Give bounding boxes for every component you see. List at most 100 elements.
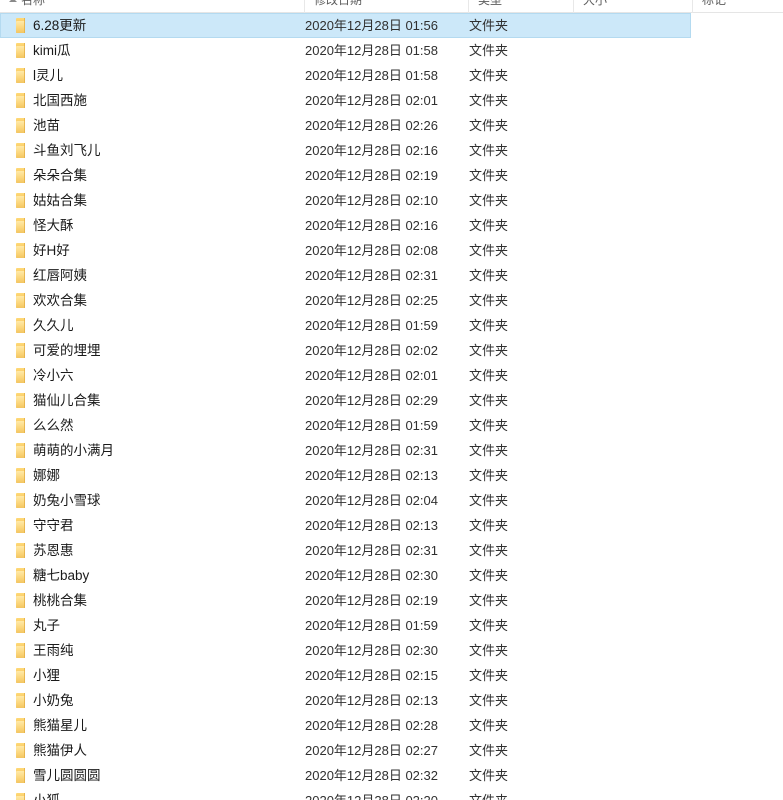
table-row[interactable]: 好H好 2020年12月28日 02:08 文件夹 — [0, 238, 783, 263]
file-type-cell: 文件夹 — [469, 718, 509, 733]
table-row[interactable]: kimi瓜 2020年12月28日 01:58 文件夹 — [0, 38, 783, 63]
table-row[interactable]: 猫仙儿合集 2020年12月28日 02:29 文件夹 — [0, 388, 783, 413]
file-type-cell: 文件夹 — [469, 143, 509, 158]
date-modified-cell: 2020年12月28日 01:58 — [305, 68, 438, 83]
table-row[interactable]: 丸子 2020年12月28日 01:59 文件夹 — [0, 613, 783, 638]
file-name-label: kimi瓜 — [33, 43, 71, 58]
table-row[interactable]: 6.28更新 2020年12月28日 01:56 文件夹 — [0, 13, 783, 38]
file-name-cell[interactable]: 可爱的埋埋 — [0, 338, 305, 363]
file-name-cell[interactable]: 萌萌的小满月 — [0, 438, 305, 463]
column-header-date-label: 修改日期 — [314, 0, 363, 7]
table-row[interactable]: 池苗 2020年12月28日 02:26 文件夹 — [0, 113, 783, 138]
file-type-cell: 文件夹 — [469, 493, 509, 508]
file-name-cell[interactable]: 雪儿圆圆圆 — [0, 763, 305, 788]
file-name-cell[interactable]: 朵朵合集 — [0, 163, 305, 188]
table-row[interactable]: 桃桃合集 2020年12月28日 02:19 文件夹 — [0, 588, 783, 613]
file-name-cell[interactable]: 糖七baby — [0, 563, 305, 588]
date-modified-cell: 2020年12月28日 02:13 — [305, 468, 438, 483]
file-name-cell[interactable]: 么么然 — [0, 413, 305, 438]
folder-icon — [16, 643, 25, 658]
file-name-label: 6.28更新 — [33, 18, 87, 33]
table-row[interactable]: 红唇阿姨 2020年12月28日 02:31 文件夹 — [0, 263, 783, 288]
column-header-extra-label: 标记 — [702, 0, 727, 7]
file-name-cell[interactable]: 苏恩惠 — [0, 538, 305, 563]
file-name-cell[interactable]: 好H好 — [0, 238, 305, 263]
folder-icon — [16, 243, 25, 258]
file-name-cell[interactable]: 桃桃合集 — [0, 588, 305, 613]
table-row[interactable]: 熊猫伊人 2020年12月28日 02:27 文件夹 — [0, 738, 783, 763]
column-header-extra[interactable]: 标记 — [693, 0, 783, 13]
file-name-cell[interactable]: 王雨纯 — [0, 638, 305, 663]
file-name-label: 斗鱼刘飞儿 — [33, 143, 101, 158]
file-name-cell[interactable]: 守守君 — [0, 513, 305, 538]
file-name-cell[interactable]: 小狐 — [0, 788, 305, 800]
file-name-cell[interactable]: 娜娜 — [0, 463, 305, 488]
table-row[interactable]: 朵朵合集 2020年12月28日 02:19 文件夹 — [0, 163, 783, 188]
file-name-cell[interactable]: 猫仙儿合集 — [0, 388, 305, 413]
table-row[interactable]: 久久儿 2020年12月28日 01:59 文件夹 — [0, 313, 783, 338]
table-row[interactable]: 小狐 2020年12月28日 02:20文件夹 — [0, 788, 783, 800]
file-name-cell[interactable]: l灵儿 — [0, 63, 305, 88]
table-row[interactable]: 小奶兔 2020年12月28日 02:13 文件夹 — [0, 688, 783, 713]
file-name-cell[interactable]: 小狸 — [0, 663, 305, 688]
table-row[interactable]: 王雨纯 2020年12月28日 02:30 文件夹 — [0, 638, 783, 663]
column-header-size[interactable]: 大小 — [574, 0, 693, 13]
table-row[interactable]: l灵儿 2020年12月28日 01:58 文件夹 — [0, 63, 783, 88]
file-size-cell — [574, 138, 693, 163]
date-modified-cell: 2020年12月28日 02:01 — [305, 93, 438, 108]
file-name-cell[interactable]: 小奶兔 — [0, 688, 305, 713]
file-type-cell: 文件夹 — [469, 343, 509, 358]
file-name-label: l灵儿 — [33, 68, 63, 83]
table-row[interactable]: 可爱的埋埋 2020年12月28日 02:02 文件夹 — [0, 338, 783, 363]
table-row[interactable]: 糖七baby 2020年12月28日 02:30 文件夹 — [0, 563, 783, 588]
file-name-cell[interactable]: 奶兔小雪球 — [0, 488, 305, 513]
table-row[interactable]: 守守君 2020年12月28日 02:13 文件夹 — [0, 513, 783, 538]
file-name-label: 池苗 — [33, 118, 60, 133]
table-row[interactable]: 雪儿圆圆圆 2020年12月28日 02:32 文件夹 — [0, 763, 783, 788]
file-name-cell[interactable]: 姑姑合集 — [0, 188, 305, 213]
table-row[interactable]: 娜娜 2020年12月28日 02:13 文件夹 — [0, 463, 783, 488]
file-name-label: 久久儿 — [33, 318, 74, 333]
table-row[interactable]: 么么然 2020年12月28日 01:59 文件夹 — [0, 413, 783, 438]
file-name-cell[interactable]: 久久儿 — [0, 313, 305, 338]
table-row[interactable]: 姑姑合集 2020年12月28日 02:10 文件夹 — [0, 188, 783, 213]
folder-icon — [16, 268, 25, 283]
file-type-cell: 文件夹 — [469, 518, 509, 533]
file-name-cell[interactable]: 欢欢合集 — [0, 288, 305, 313]
file-size-cell — [574, 388, 693, 413]
file-name-label: 北国西施 — [33, 93, 87, 108]
column-header-name[interactable]: 名称 — [0, 0, 305, 13]
file-name-cell[interactable]: 熊猫星儿 — [0, 713, 305, 738]
table-row[interactable]: 怪大酥 2020年12月28日 02:16 文件夹 — [0, 213, 783, 238]
file-list[interactable]: 6.28更新 2020年12月28日 01:56 文件夹 kimi瓜 2020年12月2… — [0, 13, 783, 800]
file-name-cell[interactable]: 斗鱼刘飞儿 — [0, 138, 305, 163]
file-name-cell[interactable]: kimi瓜 — [0, 38, 305, 63]
table-row[interactable]: 萌萌的小满月 2020年12月28日 02:31 文件夹 — [0, 438, 783, 463]
file-name-cell[interactable]: 熊猫伊人 — [0, 738, 305, 763]
file-size-cell — [574, 788, 693, 800]
file-type-cell: 文件夹 — [469, 393, 509, 408]
column-header-name-label: 名称 — [21, 0, 46, 7]
column-header-type[interactable]: 类型 — [469, 0, 574, 13]
file-name-cell[interactable]: 丸子 — [0, 613, 305, 638]
file-name-cell[interactable]: 池苗 — [0, 113, 305, 138]
table-row[interactable]: 欢欢合集 2020年12月28日 02:25 文件夹 — [0, 288, 783, 313]
file-size-cell — [574, 38, 693, 63]
file-name-cell[interactable]: 冷小六 — [0, 363, 305, 388]
table-row[interactable]: 熊猫星儿 2020年12月28日 02:28 文件夹 — [0, 713, 783, 738]
table-row[interactable]: 奶兔小雪球 2020年12月28日 02:04 文件夹 — [0, 488, 783, 513]
file-name-label: 桃桃合集 — [33, 593, 87, 608]
file-name-cell[interactable]: 北国西施 — [0, 88, 305, 113]
table-row[interactable]: 斗鱼刘飞儿 2020年12月28日 02:16 文件夹 — [0, 138, 783, 163]
table-row[interactable]: 北国西施 2020年12月28日 02:01 文件夹 — [0, 88, 783, 113]
file-name-cell[interactable]: 怪大酥 — [0, 213, 305, 238]
folder-icon — [16, 368, 25, 383]
table-row[interactable]: 小狸 2020年12月28日 02:15 文件夹 — [0, 663, 783, 688]
file-type-cell: 文件夹 — [469, 743, 509, 758]
file-name-cell[interactable]: 红唇阿姨 — [0, 263, 305, 288]
file-name-cell[interactable]: 6.28更新 — [0, 13, 305, 38]
table-row[interactable]: 冷小六 2020年12月28日 02:01 文件夹 — [0, 363, 783, 388]
column-header-date-modified[interactable]: 修改日期 — [305, 0, 469, 13]
table-row[interactable]: 苏恩惠 2020年12月28日 02:31 文件夹 — [0, 538, 783, 563]
file-type-cell: 文件夹 — [469, 193, 509, 208]
